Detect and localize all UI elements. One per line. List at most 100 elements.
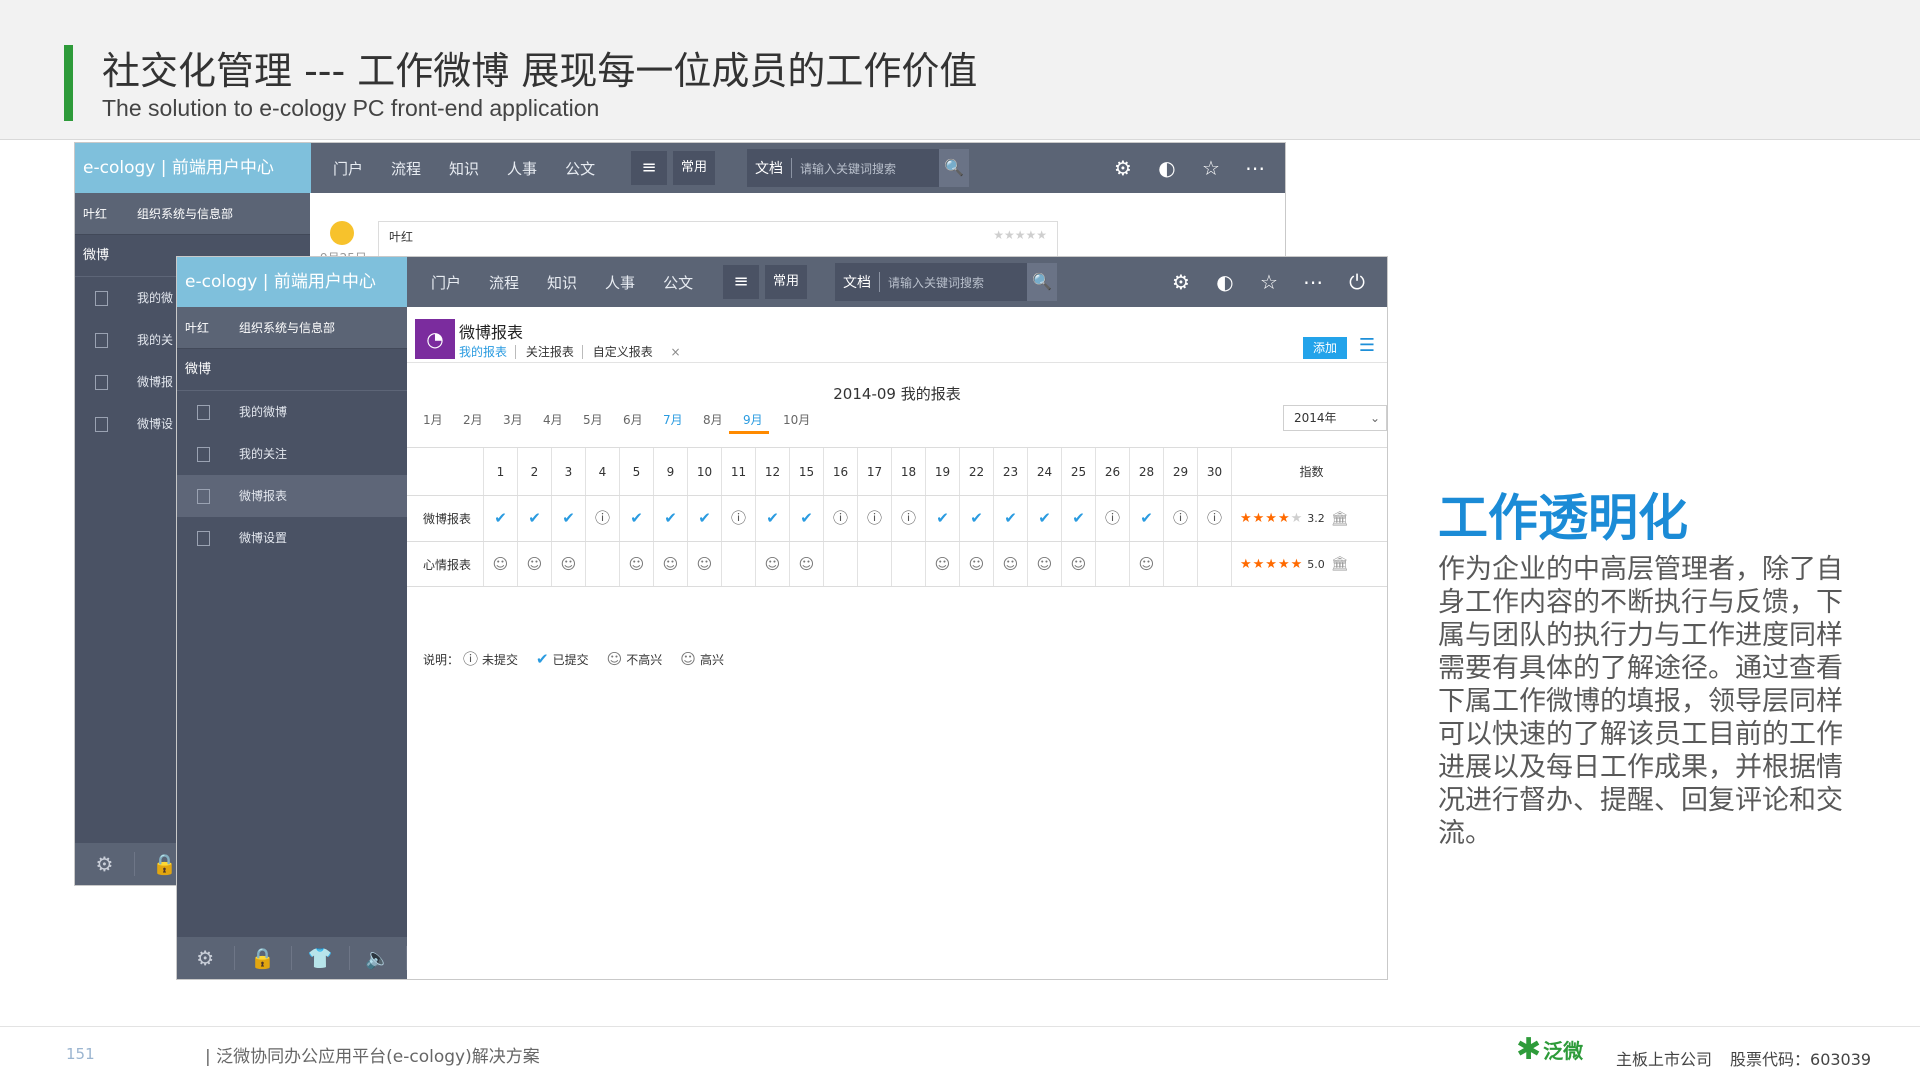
status-cell[interactable]: ✔ <box>687 496 721 541</box>
status-cell[interactable]: ✔ <box>789 496 823 541</box>
nav-item-document[interactable]: 公文 <box>663 272 693 293</box>
common-button[interactable]: 常用 <box>673 151 715 185</box>
nav-item-knowledge[interactable]: 知识 <box>449 158 479 179</box>
settings-icon[interactable]: ⚙ <box>1159 270 1203 294</box>
status-cell[interactable]: ☺ <box>1061 542 1095 586</box>
status-cell[interactable]: ☺ <box>789 542 823 586</box>
brand[interactable]: e-cology | 前端用户中心 <box>177 257 407 307</box>
status-cell[interactable]: ☺ <box>925 542 959 586</box>
search-input[interactable]: 请输入关键词搜索 <box>880 274 1027 291</box>
year-select[interactable]: 2014年 ⌄ <box>1283 405 1387 431</box>
month-tab[interactable]: 2月 <box>463 411 503 428</box>
tab-my-report[interactable]: 我的报表 <box>459 345 517 359</box>
settings-icon[interactable]: ⚙ <box>177 946 235 970</box>
status-cell[interactable]: ✔ <box>483 496 517 541</box>
month-tab[interactable]: 1月 <box>423 411 463 428</box>
status-cell[interactable]: ✔ <box>517 496 551 541</box>
status-cell[interactable]: ☺ <box>517 542 551 586</box>
status-cell[interactable]: ✔ <box>993 496 1027 541</box>
theme-icon[interactable]: ◐ <box>1145 156 1189 180</box>
search-input[interactable]: 请输入关键词搜索 <box>792 160 939 177</box>
status-cell[interactable]: ⓘ <box>1163 496 1197 541</box>
bank-icon: 🏛 <box>1330 556 1349 572</box>
menu-button[interactable]: ≡ <box>723 265 759 299</box>
more-icon[interactable]: ⋯ <box>1291 270 1335 294</box>
nav-item-hr[interactable]: 人事 <box>507 158 537 179</box>
status-cell[interactable]: ⓘ <box>1095 496 1129 541</box>
status-cell[interactable]: ✔ <box>1061 496 1095 541</box>
search-category[interactable]: 文档 <box>747 158 792 178</box>
nav-item-hr[interactable]: 人事 <box>605 272 635 293</box>
status-cell[interactable]: ☺ <box>483 542 517 586</box>
tab-custom-report[interactable]: 自定义报表 <box>593 345 661 359</box>
nav-item-portal[interactable]: 门户 <box>333 158 363 179</box>
status-cell[interactable]: ⓘ <box>823 496 857 541</box>
status-cell[interactable]: ☺ <box>993 542 1027 586</box>
status-cell[interactable]: ☺ <box>653 542 687 586</box>
status-cell[interactable]: ⓘ <box>857 496 891 541</box>
shirt-icon[interactable]: 👕 <box>292 946 350 970</box>
status-cell <box>1095 542 1129 586</box>
nav-item-knowledge[interactable]: 知识 <box>547 272 577 293</box>
search-icon[interactable]: 🔍 <box>939 149 969 187</box>
month-tab[interactable]: 10月 <box>783 411 823 428</box>
favorite-icon[interactable]: ☆ <box>1189 156 1233 180</box>
search-box[interactable]: 文档 请输入关键词搜索 🔍 <box>835 263 1057 301</box>
status-cell[interactable]: ✔ <box>1129 496 1163 541</box>
month-tab[interactable]: 4月 <box>543 411 583 428</box>
month-tab[interactable]: 6月 <box>623 411 663 428</box>
status-cell[interactable]: ⓘ <box>721 496 755 541</box>
status-cell[interactable]: ✔ <box>1027 496 1061 541</box>
nav-item-document[interactable]: 公文 <box>565 158 595 179</box>
status-cell[interactable]: ⓘ <box>1197 496 1231 541</box>
settings-icon[interactable]: ⚙ <box>75 852 135 876</box>
status-cell[interactable]: ☺ <box>755 542 789 586</box>
tab-following-report[interactable]: 关注报表 <box>525 345 583 359</box>
status-cell[interactable]: ☺ <box>1027 542 1061 586</box>
add-button[interactable]: 添加 <box>1303 337 1347 359</box>
nav-item-workflow[interactable]: 流程 <box>489 272 519 293</box>
theme-icon[interactable]: ◐ <box>1203 270 1247 294</box>
favorite-icon[interactable]: ☆ <box>1247 270 1291 294</box>
power-icon[interactable]: ⏻ <box>1335 270 1379 294</box>
month-tab[interactable]: 8月 <box>703 411 743 428</box>
nav-item-workflow[interactable]: 流程 <box>391 158 421 179</box>
settings-icon[interactable]: ⚙ <box>1101 156 1145 180</box>
status-cell[interactable]: ⓘ <box>585 496 619 541</box>
sidebar-item-following[interactable]: 我的关注 <box>177 433 407 475</box>
nav-item-portal[interactable]: 门户 <box>431 272 461 293</box>
more-icon[interactable]: ⋯ <box>1233 156 1277 180</box>
brand[interactable]: e-cology | 前端用户中心 <box>75 143 311 193</box>
status-cell[interactable]: ☺ <box>959 542 993 586</box>
sidebar-item-settings[interactable]: 微博设置 <box>177 517 407 559</box>
speaker-icon[interactable]: 🔈 <box>350 946 407 970</box>
menu-button[interactable]: ≡ <box>631 151 667 185</box>
sidebar-item-report[interactable]: 微博报表 <box>177 475 407 517</box>
logo-icon: ✱ <box>1516 1032 1542 1067</box>
search-box[interactable]: 文档 请输入关键词搜索 🔍 <box>747 149 969 187</box>
status-cell[interactable]: ✔ <box>619 496 653 541</box>
status-cell[interactable]: ✔ <box>959 496 993 541</box>
sidebar-item-my-weibo[interactable]: 我的微博 <box>177 391 407 433</box>
close-icon[interactable]: × <box>671 345 681 359</box>
month-tab-selected[interactable]: 9月 <box>743 411 783 428</box>
search-icon[interactable]: 🔍 <box>1027 263 1057 301</box>
status-cell[interactable]: ✔ <box>551 496 585 541</box>
lock-icon[interactable]: 🔒 <box>235 946 292 970</box>
search-category[interactable]: 文档 <box>835 272 880 292</box>
status-cell[interactable]: ⓘ <box>891 496 925 541</box>
status-cell[interactable]: ☺ <box>619 542 653 586</box>
month-tab[interactable]: 3月 <box>503 411 543 428</box>
status-cell[interactable]: ☺ <box>551 542 585 586</box>
list-icon[interactable]: ☰ <box>1359 335 1375 356</box>
status-cell[interactable]: ✔ <box>755 496 789 541</box>
common-button[interactable]: 常用 <box>765 265 807 299</box>
status-cell[interactable]: ✔ <box>653 496 687 541</box>
month-tab[interactable]: 5月 <box>583 411 623 428</box>
status-cell[interactable]: ✔ <box>925 496 959 541</box>
status-cell[interactable]: ☺ <box>687 542 721 586</box>
month-tab[interactable]: 7月 <box>663 411 703 428</box>
status-cell[interactable]: ☺ <box>1129 542 1163 586</box>
feed-item[interactable]: 叶红 ★★★★★ <box>378 221 1058 261</box>
side-section[interactable]: 微博 <box>177 349 407 391</box>
